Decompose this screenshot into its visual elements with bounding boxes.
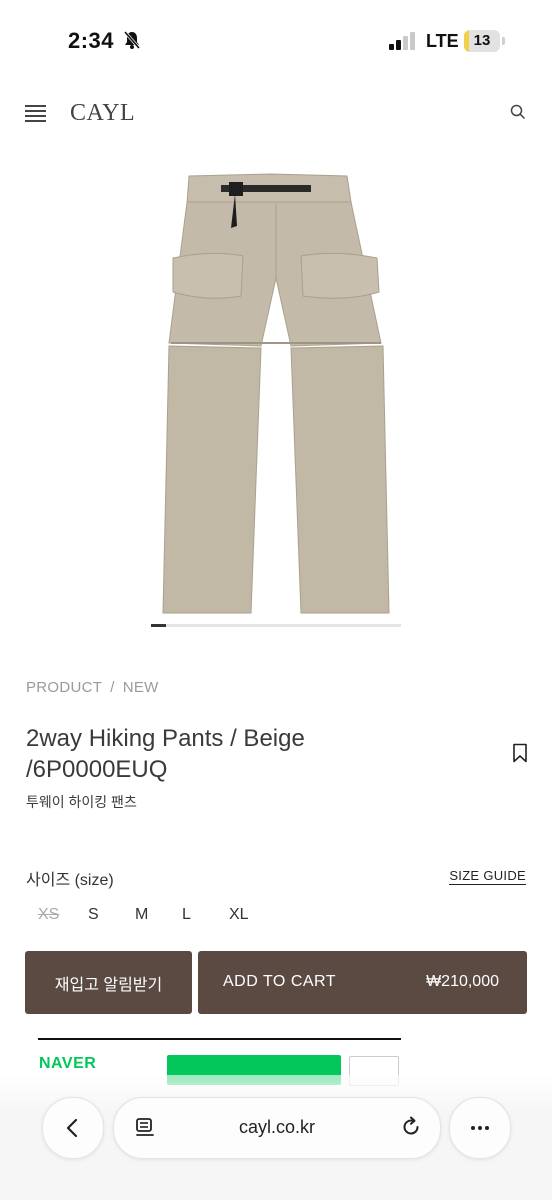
address-bar[interactable]: cayl.co.kr [113, 1097, 441, 1159]
size-label: 사이즈 (size) [26, 872, 114, 889]
restock-alert-button[interactable]: 재입고 알림받기 [25, 951, 192, 1014]
product-subtitle: 투웨이 하이킹 팬츠 [26, 794, 137, 810]
bell-muted-icon [123, 31, 141, 49]
reload-icon[interactable] [400, 1116, 422, 1138]
breadcrumb-new[interactable]: NEW [123, 679, 159, 696]
more-icon [471, 1126, 489, 1130]
product-price: ₩210,000 [426, 973, 499, 990]
size-option-s[interactable]: S [88, 906, 135, 924]
site-header: CAYL [0, 80, 552, 150]
breadcrumb-product[interactable]: PRODUCT [26, 679, 102, 696]
search-icon[interactable] [510, 104, 526, 120]
add-to-cart-button[interactable]: ADD TO CART ₩210,000 [198, 951, 527, 1014]
naver-logo: NAVER [39, 1055, 97, 1072]
naver-divider [38, 1038, 401, 1040]
battery-tip [502, 37, 505, 45]
product-title: 2way Hiking Pants / Beige /6P0000EUQ [26, 723, 486, 785]
size-option-l[interactable]: L [182, 906, 229, 924]
brand-logo[interactable]: CAYL [70, 100, 135, 127]
size-option-xl[interactable]: XL [229, 906, 276, 924]
size-option-xs[interactable]: XS [38, 906, 88, 924]
more-button[interactable] [449, 1097, 511, 1159]
signal-icon [389, 32, 415, 50]
add-to-cart-label: ADD TO CART [223, 973, 337, 990]
product-title-line1: 2way Hiking Pants / Beige [26, 725, 305, 752]
bookmark-icon[interactable] [512, 743, 528, 763]
size-guide-link[interactable]: SIZE GUIDE [449, 868, 526, 885]
network-type: LTE [426, 31, 459, 51]
size-options: XS S M L XL [28, 906, 276, 924]
breadcrumb-separator: / [110, 679, 115, 696]
battery-indicator: 13 [464, 30, 500, 52]
battery-level: 13 [473, 32, 491, 49]
status-time: 2:34 [68, 28, 115, 53]
gallery-slider[interactable] [151, 624, 401, 627]
menu-icon[interactable] [25, 105, 46, 122]
breadcrumb: PRODUCT / NEW [26, 679, 159, 696]
url-text: cayl.co.kr [238, 1117, 316, 1137]
back-button[interactable] [42, 1097, 104, 1159]
back-icon [66, 1118, 78, 1138]
product-image[interactable] [151, 158, 401, 624]
status-bar: 2:34 LTE 13 [0, 0, 552, 80]
gallery-slider-thumb[interactable] [151, 624, 166, 627]
size-option-m[interactable]: M [135, 906, 182, 924]
product-title-line2: /6P0000EUQ [26, 756, 168, 783]
